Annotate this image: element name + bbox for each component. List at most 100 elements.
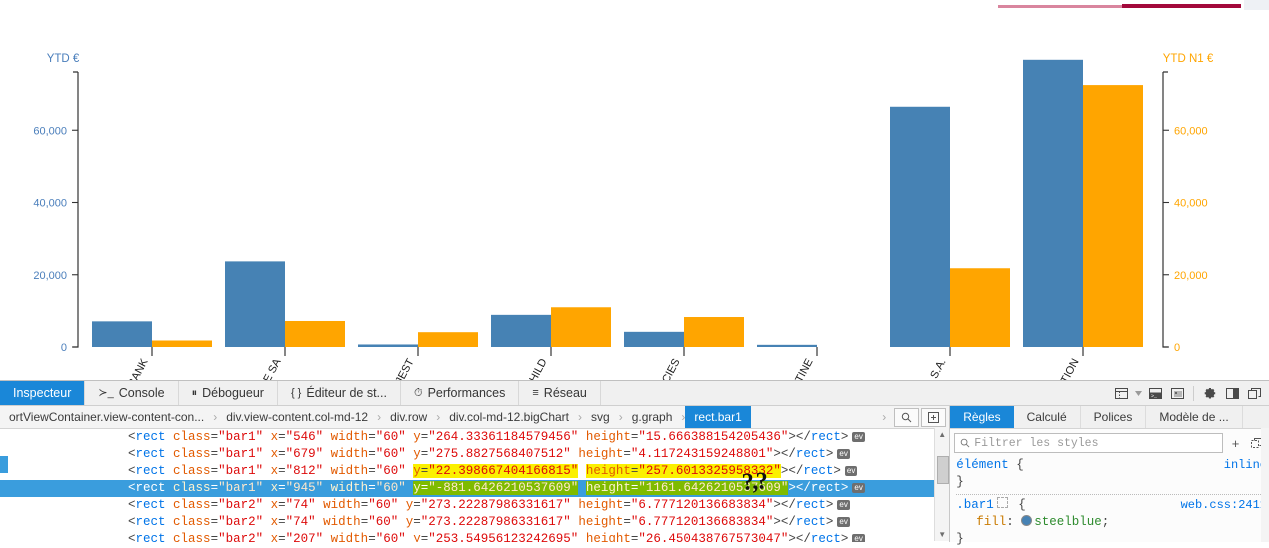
add-new-rule-button[interactable]: + [1227, 434, 1244, 452]
rules-pane: Règles Calculé Polices Modèle de ... Filtre… [950, 406, 1269, 546]
bar-series1[interactable] [624, 331, 684, 347]
y-axis-right-tick-label: 40,000 [1174, 198, 1208, 210]
x-axis-tick-label: HILD [527, 357, 549, 380]
bar-series1[interactable] [890, 106, 950, 347]
y-axis-right-line [1162, 71, 1168, 348]
debugger-icon: ⏸ [191, 386, 198, 399]
style-editor-icon: { } [290, 386, 302, 399]
y-axis-left-tick-label: 40,000 [33, 198, 67, 210]
devtools-tab-r-seau[interactable]: ≡ Réseau [519, 381, 601, 405]
bar-series2[interactable] [418, 332, 478, 347]
css-declaration[interactable]: fill: steelblue; [956, 514, 1265, 531]
dom-tree-row[interactable]: <rect class="bar1" x="546" width="60" y=… [0, 429, 949, 446]
css-rule-block: élément {inline} [956, 457, 1269, 491]
y-axis-left-title: YTD € [47, 53, 80, 65]
css-rule-close: } [956, 475, 964, 489]
y-axis-right: 0 20,000 40,000 60,000 [1162, 71, 1208, 354]
event-listener-badge[interactable]: ev [837, 449, 850, 459]
selected-row-marker [0, 456, 8, 473]
bar-series1[interactable] [358, 344, 418, 347]
settings-gear-icon[interactable] [1199, 382, 1221, 404]
bar-series1[interactable] [757, 344, 817, 347]
devtools-tab-inspecteur[interactable]: Inspecteur [0, 381, 86, 405]
scroll-down-arrow-icon[interactable]: ▼ [935, 528, 949, 541]
devtools-tab-label: Réseau [543, 386, 587, 400]
responsive-design-mode-icon[interactable] [1110, 382, 1132, 404]
devtools-tab-strip: Inspecteur ≻_ Console ⏸ Débogueur { } Éditeur … [0, 381, 601, 405]
scroll-up-arrow-icon[interactable]: ▲ [935, 428, 949, 441]
y-axis-left-tick-label: 60,000 [33, 125, 67, 137]
bars-layer [92, 59, 1143, 348]
dom-tree-row[interactable]: <rect class="bar1" x="945" width="60" y=… [0, 480, 950, 497]
breadcrumb-tools: › [876, 406, 949, 428]
pseudo-toggle-icon[interactable] [996, 497, 1008, 508]
dom-tree[interactable]: <rect class="bar1" x="546" width="60" y=… [0, 429, 950, 542]
bar-series1[interactable] [92, 321, 152, 347]
event-listener-badge[interactable]: ev [844, 466, 858, 476]
breadcrumb-item[interactable]: g.graph [623, 406, 682, 428]
breadcrumb-item[interactable]: ortViewContainer.view-content-con... [0, 406, 213, 428]
add-node-icon[interactable] [921, 407, 947, 427]
breadcrumb-item[interactable]: div.col-md-12.bigChart [440, 406, 578, 428]
devtools-tab-d-bogueur[interactable]: ⏸ Débogueur [179, 381, 278, 405]
rules-filter-row: Filtrer les styles + [950, 429, 1269, 455]
breadcrumb: ortViewContainer.view-content-con... › div… [0, 406, 950, 429]
bar-series2[interactable] [950, 268, 1010, 347]
rules-content: élément {inline} .bar1 {web.css:2411 fill:… [950, 455, 1269, 548]
bar-series1[interactable] [491, 314, 551, 347]
bar-series2[interactable] [285, 320, 345, 347]
dock-side-icon[interactable] [1221, 382, 1243, 404]
x-axis-tick-label: S.A. [928, 357, 948, 380]
breadcrumb-item[interactable]: div.row [381, 406, 436, 428]
rules-tab-mod-le-de[interactable]: Modèle de ... [1146, 406, 1243, 428]
breadcrumb-overflow-chevron-icon[interactable]: › [876, 406, 892, 428]
devtools-panel: Inspecteur ≻_ Console ⏸ Débogueur { } Éditeur … [0, 380, 1269, 546]
event-listener-badge[interactable]: ev [837, 517, 850, 527]
breadcrumb-item[interactable]: div.view-content.col-md-12 [217, 406, 377, 428]
event-listener-badge[interactable]: ev [852, 432, 865, 442]
y-axis-right-tick-label: 60,000 [1174, 125, 1208, 137]
dom-tree-row[interactable]: <rect class="bar2" x="74" width="60" y="… [0, 514, 949, 531]
split-console-icon[interactable]: >_ [1144, 382, 1166, 404]
breadcrumb-item[interactable]: rect.bar1 [685, 406, 751, 428]
search-icon [960, 438, 970, 448]
color-swatch [1021, 515, 1033, 526]
chrome-accent-line-light [998, 5, 1122, 8]
rules-tab-r-gles[interactable]: Règles [950, 406, 1014, 428]
dom-tree-row[interactable]: <rect class="bar2" x="74" width="60" y="… [0, 497, 949, 514]
bar-series1[interactable] [1023, 59, 1083, 348]
rules-filter-input[interactable]: Filtrer les styles [954, 433, 1223, 453]
dom-scrollbar-thumb[interactable] [937, 456, 950, 484]
screenshot-icon[interactable] [1166, 382, 1188, 404]
dom-tree-row[interactable]: <rect class="bar2" x="207" width="60" y=… [0, 531, 949, 542]
console-icon: ≻_ [98, 386, 114, 399]
chrome-right-padding [1244, 0, 1269, 10]
rules-tab-calcul[interactable]: Calculé [1014, 406, 1081, 428]
css-source-link[interactable]: web.css:2411 [1181, 497, 1267, 514]
devtools-tab-performances[interactable]: ⏱ Performances [401, 381, 520, 405]
rules-tab-polices[interactable]: Polices [1081, 406, 1147, 428]
css-selector[interactable]: .bar1 [956, 498, 994, 512]
css-selector[interactable]: élément [956, 458, 1009, 472]
chevron-down-icon[interactable] [1132, 382, 1144, 404]
rules-scrollbar[interactable] [1261, 428, 1269, 542]
separate-window-icon[interactable] [1243, 382, 1265, 404]
dom-tree-row[interactable]: <rect class="bar1" x="812" width="60" y=… [0, 463, 949, 480]
devtools-tab-console[interactable]: ≻_ Console [85, 381, 179, 405]
dom-scrollbar[interactable]: ▲ ▼ [934, 428, 950, 541]
event-listener-badge[interactable]: ev [852, 483, 865, 493]
y-axis-left-tick-label: 0 [61, 342, 67, 354]
bar-series2[interactable] [1083, 85, 1143, 347]
bar-series2[interactable] [551, 307, 611, 347]
dom-tree-row[interactable]: <rect class="bar1" x="679" width="60" y=… [0, 446, 949, 463]
devtools-tab--diteur-de-st[interactable]: { } Éditeur de st... [278, 381, 401, 405]
bar-series1[interactable] [225, 261, 285, 347]
search-node-icon[interactable] [894, 407, 920, 427]
bar-series2[interactable] [152, 340, 212, 347]
bar-series2[interactable] [684, 317, 744, 347]
css-property: fill [976, 515, 1007, 529]
devtools-body: ortViewContainer.view-content-con... › div… [0, 406, 1269, 546]
breadcrumb-item[interactable]: svg [582, 406, 619, 428]
css-rule-block: .bar1 {web.css:2411 fill: steelblue;} [956, 497, 1269, 548]
event-listener-badge[interactable]: ev [837, 500, 850, 510]
